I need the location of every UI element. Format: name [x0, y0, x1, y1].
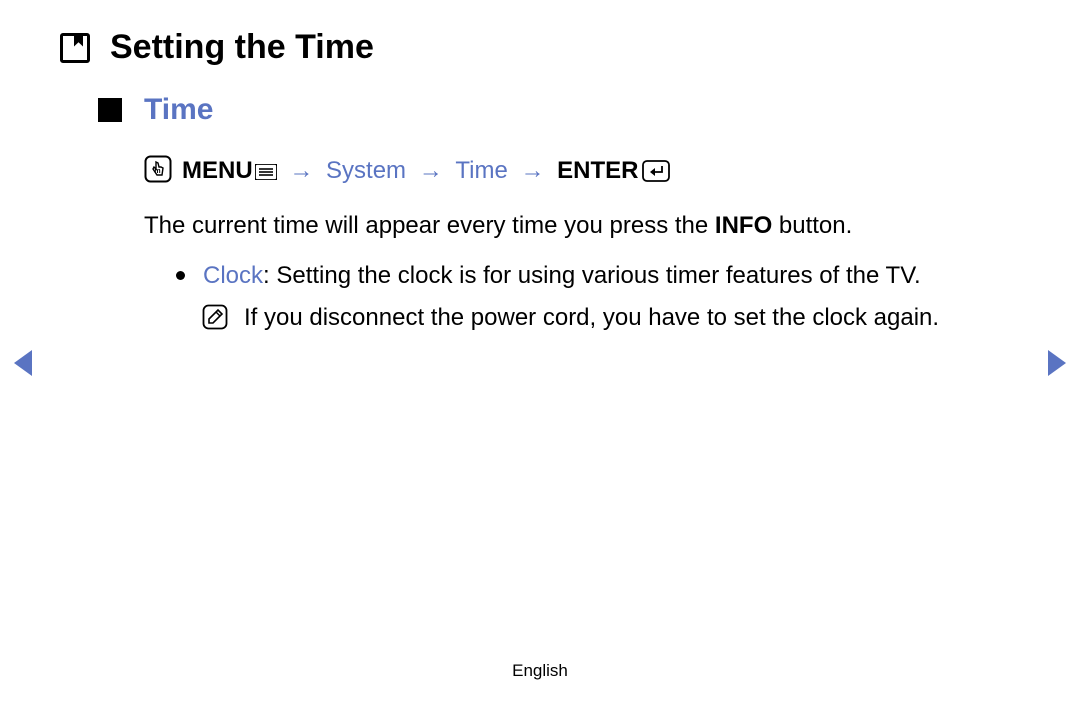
nav-menu-label: MENU — [182, 157, 253, 184]
bullet-dot-icon — [176, 271, 185, 280]
nav-step-system: System — [326, 157, 406, 184]
subsection: Time m MENU → System → Time → ENTER T — [98, 93, 1020, 336]
content-area: m MENU → System → Time → ENTER The curre… — [144, 155, 1020, 336]
menu-bars-icon — [255, 159, 277, 187]
arrow-2: → — [413, 157, 449, 184]
bullet-item: Clock: Setting the clock is for using va… — [176, 258, 1020, 294]
footer-language: English — [0, 661, 1080, 681]
arrow-3: → — [515, 157, 551, 184]
nav-enter-label: ENTER — [557, 157, 638, 184]
bullet-body: : Setting the clock is for using various… — [263, 262, 921, 289]
note-item: If you disconnect the power cord, you ha… — [202, 300, 1020, 336]
note-pencil-icon — [202, 304, 228, 335]
desc-post: button. — [772, 212, 852, 239]
navigation-path: m MENU → System → Time → ENTER — [144, 155, 1020, 190]
nav-path-text: MENU → System → Time → ENTER — [182, 157, 670, 189]
nav-step-time: Time — [455, 157, 507, 184]
bullet-label: Clock — [203, 262, 263, 289]
page-heading: Setting the Time — [60, 28, 1020, 67]
arrow-1: → — [283, 157, 319, 184]
desc-bold: INFO — [715, 212, 772, 239]
section-title: Time — [144, 93, 213, 127]
note-text: If you disconnect the power cord, you ha… — [244, 300, 939, 336]
svg-text:m: m — [154, 168, 160, 175]
hand-button-icon: m — [144, 155, 172, 190]
next-page-button[interactable] — [1046, 348, 1070, 383]
enter-return-icon — [642, 160, 670, 189]
bookmark-icon — [60, 33, 90, 63]
subsection-heading: Time — [98, 93, 1020, 127]
prev-page-button[interactable] — [10, 348, 34, 383]
description-text: The current time will appear every time … — [144, 208, 1020, 244]
bullet-text: Clock: Setting the clock is for using va… — [203, 258, 921, 294]
desc-pre: The current time will appear every time … — [144, 212, 715, 239]
square-bullet-icon — [98, 98, 122, 122]
page-title: Setting the Time — [110, 28, 374, 67]
